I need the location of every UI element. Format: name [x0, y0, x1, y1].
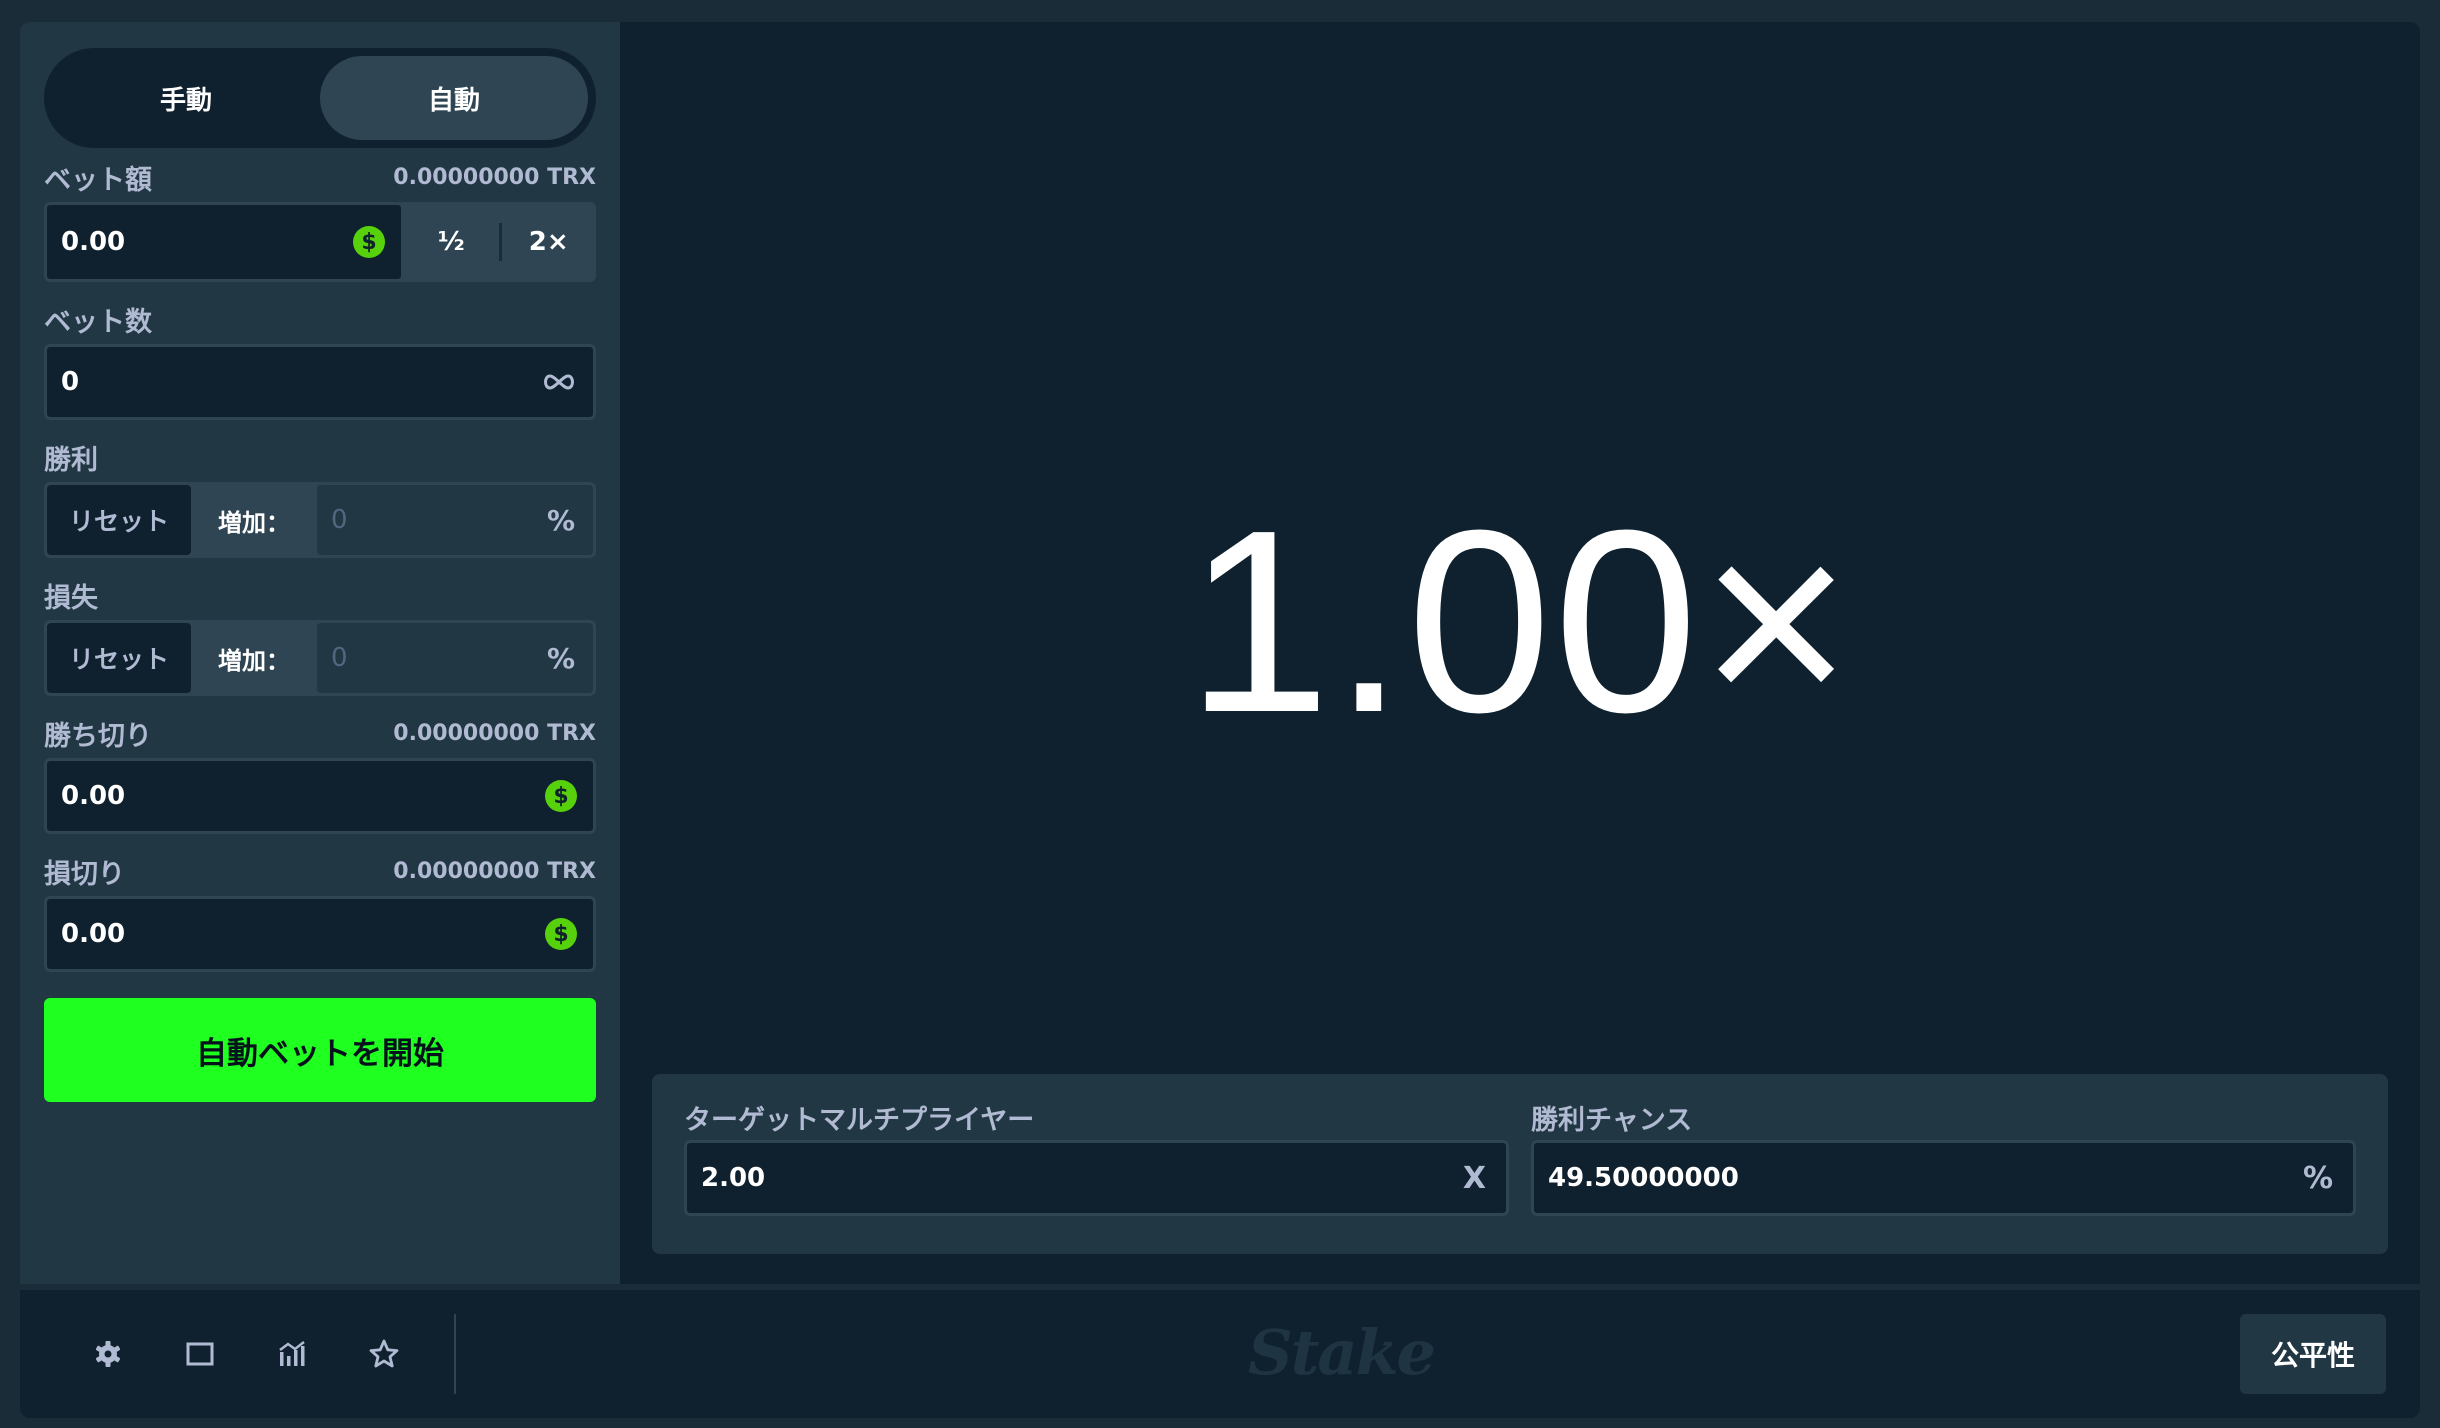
percent-icon: % — [546, 641, 575, 675]
target-multiplier-label: ターゲットマルチプライヤー — [684, 1105, 1035, 1136]
footer-divider — [454, 1314, 456, 1394]
double-bet-button[interactable]: 2× — [502, 202, 597, 282]
start-autobet-button[interactable]: 自動ベットを開始 — [44, 998, 596, 1102]
bet-amount-label: ベット額 — [44, 164, 152, 196]
target-panel: ターゲットマルチプライヤー 2.00 X 勝利チャンス 49.50000000 … — [652, 1074, 2388, 1254]
stop-loss-label-row: 損切り 0.00000000 TRX — [44, 856, 596, 890]
stop-loss-value[interactable]: 0.00 — [61, 919, 545, 949]
on-loss-row: リセット 増加： 0 % — [44, 620, 596, 696]
on-win-increase-input[interactable]: 0 % — [317, 485, 593, 555]
currency-coin-icon: $ — [545, 780, 577, 812]
bet-multiplier-buttons: ½ 2× — [404, 202, 596, 282]
stop-profit-value[interactable]: 0.00 — [61, 781, 545, 811]
bet-amount-row: 0.00 $ ½ 2× — [44, 202, 596, 282]
stop-profit-label-row: 勝ち切り 0.00000000 TRX — [44, 718, 596, 752]
on-win-increase-button[interactable]: 増加： — [191, 485, 317, 555]
multiplier-result: 1.00× — [1186, 477, 1854, 767]
on-win-label-row: 勝利 — [44, 442, 596, 476]
stop-loss-balance: 0.00000000 TRX — [393, 858, 596, 884]
win-chance-input[interactable]: 49.50000000 % — [1531, 1140, 2356, 1216]
target-multiplier-input[interactable]: 2.00 X — [684, 1140, 1509, 1216]
stop-profit-input[interactable]: 0.00 $ — [44, 758, 596, 834]
infinity-icon — [544, 374, 574, 390]
auto-tab[interactable]: 自動 — [320, 56, 588, 140]
stop-loss-input[interactable]: 0.00 $ — [44, 896, 596, 972]
mode-toggle: 手動 自動 — [44, 48, 596, 148]
dice-game-app: 手動 自動 ベット額 0.00000000 TRX 0.00 $ ½ 2× ベッ… — [20, 22, 2420, 1418]
stop-loss-label: 損切り — [44, 858, 125, 890]
bet-amount-balance: 0.00000000 TRX — [393, 164, 596, 190]
bet-sidebar: 手動 自動 ベット額 0.00000000 TRX 0.00 $ ½ 2× ベッ… — [20, 22, 620, 1284]
settings-button[interactable] — [62, 1308, 154, 1400]
bet-count-input[interactable]: 0 — [44, 344, 596, 420]
on-loss-reset-button[interactable]: リセット — [47, 623, 191, 693]
bet-amount-label-row: ベット額 0.00000000 TRX — [44, 162, 596, 196]
on-loss-increase-input[interactable]: 0 % — [317, 623, 593, 693]
theatre-mode-button[interactable] — [154, 1308, 246, 1400]
on-loss-label-row: 損失 — [44, 580, 596, 614]
gear-icon — [95, 1341, 121, 1367]
bet-count-label-row: ベット数 — [44, 304, 596, 338]
bet-amount-input[interactable]: 0.00 $ — [44, 202, 404, 282]
square-icon — [186, 1342, 214, 1366]
win-chance-field: 勝利チャンス 49.50000000 % — [1531, 1098, 2356, 1230]
on-loss-label: 損失 — [44, 582, 98, 614]
multiplier-x-icon: X — [1462, 1160, 1486, 1196]
fairness-button[interactable]: 公平性 — [2240, 1314, 2386, 1394]
stop-profit-balance: 0.00000000 TRX — [393, 720, 596, 746]
manual-tab[interactable]: 手動 — [52, 56, 320, 140]
win-chance-value[interactable]: 49.50000000 — [1548, 1163, 2303, 1193]
stop-profit-label: 勝ち切り — [44, 720, 152, 752]
on-loss-value[interactable]: 0 — [331, 643, 547, 673]
on-loss-increase-button[interactable]: 増加： — [191, 623, 317, 693]
on-win-value[interactable]: 0 — [331, 505, 547, 535]
game-footer: Stake 公平性 — [20, 1290, 2420, 1418]
target-multiplier-field: ターゲットマルチプライヤー 2.00 X — [684, 1098, 1509, 1230]
footer-icon-bar — [20, 1290, 456, 1418]
on-win-row: リセット 増加： 0 % — [44, 482, 596, 558]
bet-amount-value[interactable]: 0.00 — [61, 227, 353, 257]
favourite-button[interactable] — [338, 1308, 430, 1400]
on-win-label: 勝利 — [44, 444, 98, 476]
target-multiplier-value[interactable]: 2.00 — [701, 1163, 1463, 1193]
percent-icon: % — [2302, 1160, 2333, 1196]
half-bet-button[interactable]: ½ — [404, 202, 499, 282]
live-stats-button[interactable] — [246, 1308, 338, 1400]
star-icon — [369, 1339, 399, 1368]
currency-coin-icon: $ — [353, 226, 385, 258]
currency-coin-icon: $ — [545, 918, 577, 950]
stake-logo: Stake — [1248, 1316, 1436, 1389]
bet-count-label: ベット数 — [44, 306, 152, 338]
game-area: 1.00× ターゲットマルチプライヤー 2.00 X 勝利チャンス 49.500… — [620, 22, 2420, 1284]
bet-count-value[interactable]: 0 — [61, 367, 541, 397]
win-chance-label: 勝利チャンス — [1531, 1105, 1693, 1136]
percent-icon: % — [546, 503, 575, 537]
chart-icon — [279, 1341, 305, 1366]
on-win-reset-button[interactable]: リセット — [47, 485, 191, 555]
